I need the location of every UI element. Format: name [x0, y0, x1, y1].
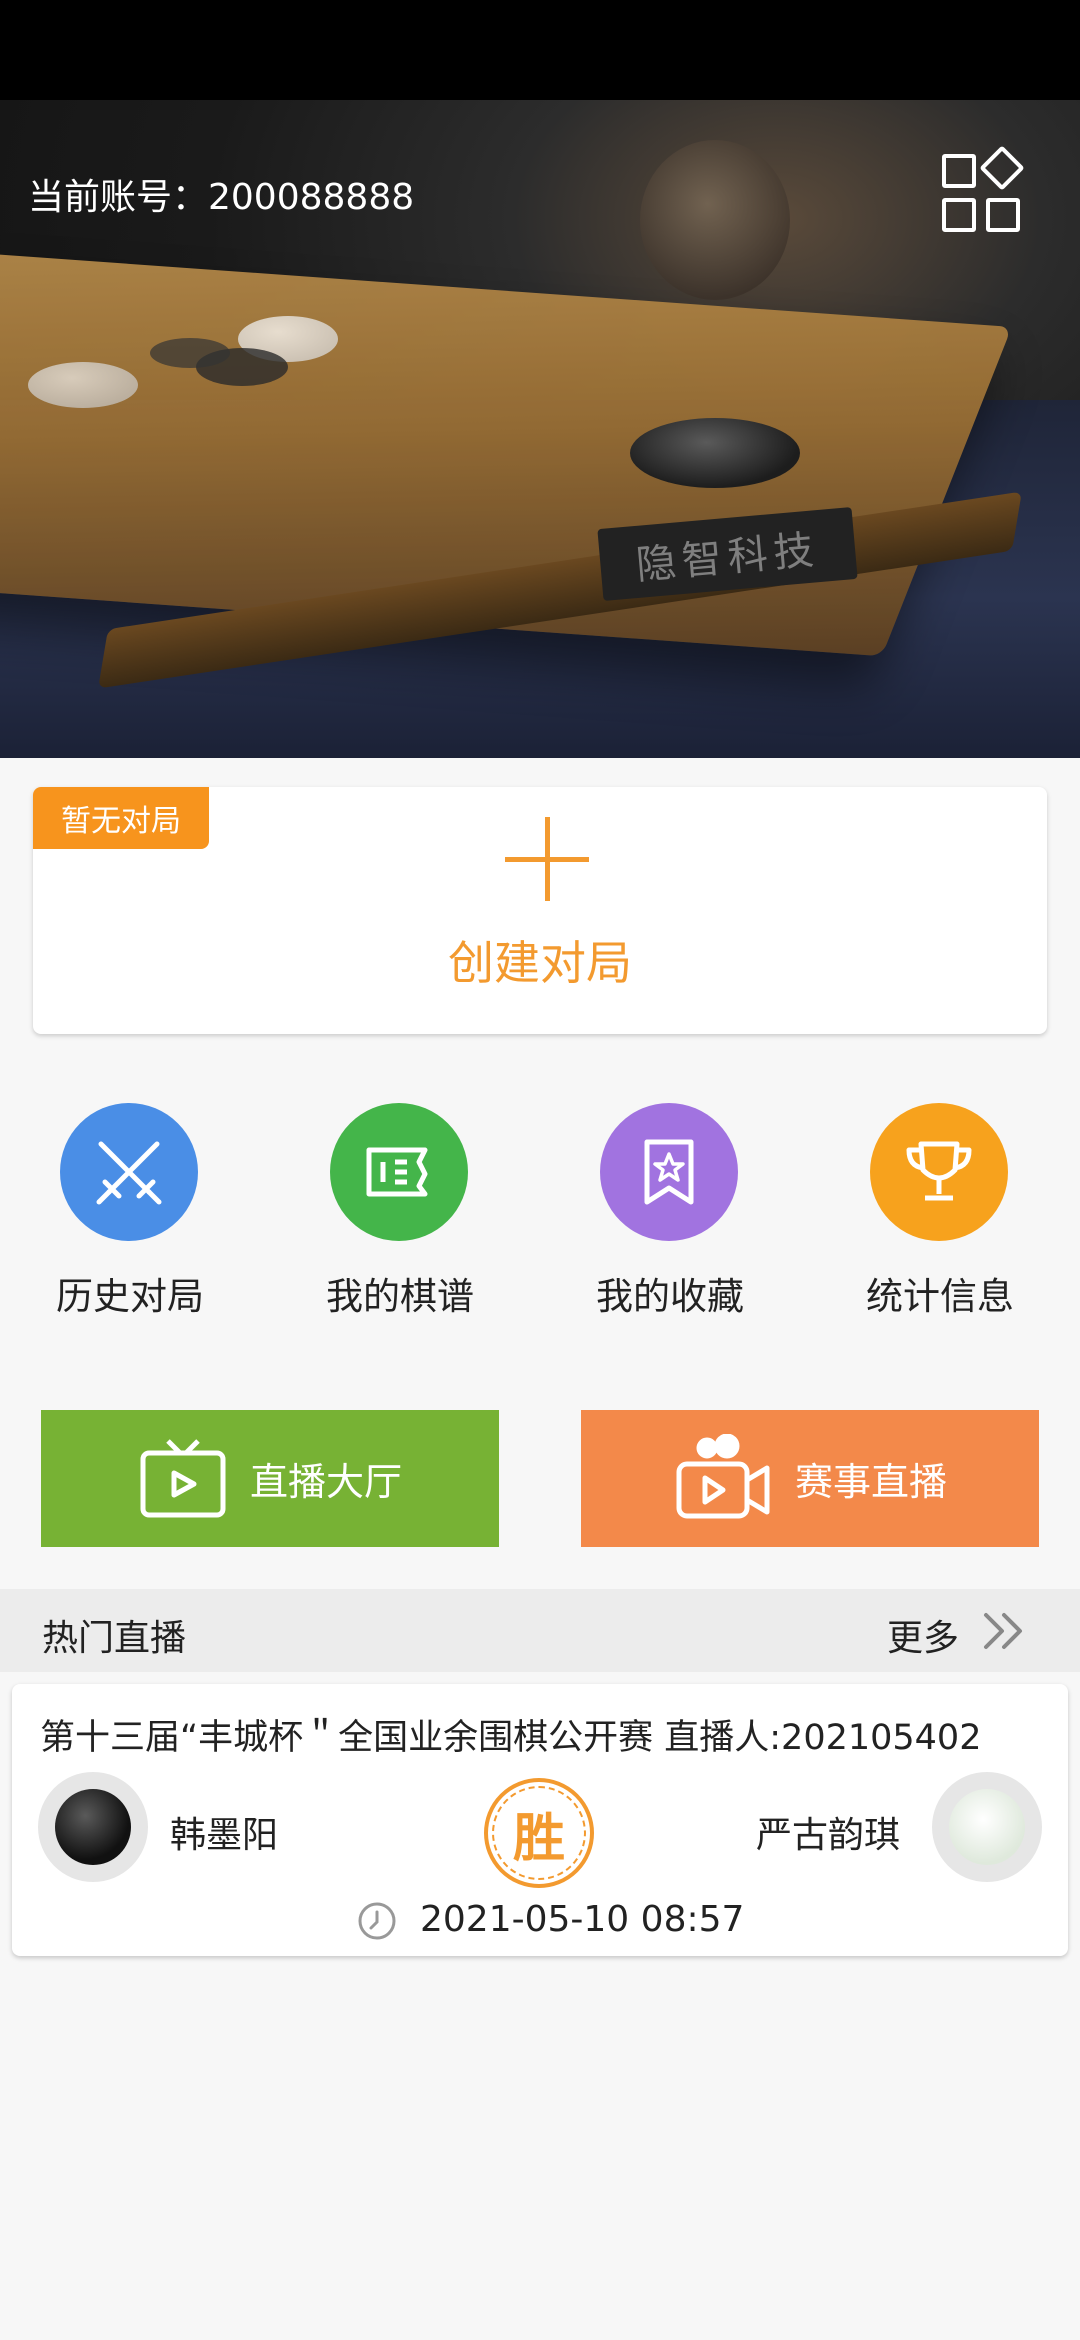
hero-blurred-stone [640, 140, 790, 300]
hero-black-stone-large [630, 418, 800, 488]
black-player-avatar [38, 1772, 148, 1882]
hot-live-title: 热门直播 [42, 1618, 187, 1659]
white-player-avatar [932, 1772, 1042, 1882]
live-game-card[interactable]: 第十三届“丰城杯＂全国业余围棋公开赛 直播人:202105402 韩墨阳 胜 严… [12, 1684, 1068, 1956]
hero-black-stone [150, 338, 230, 368]
hero-white-stone [28, 362, 138, 408]
plus-icon [505, 817, 589, 901]
match-live-button[interactable]: 赛事直播 [581, 1410, 1039, 1547]
live-hall-label: 直播大厅 [249, 1460, 402, 1504]
create-game-card[interactable]: 暂无对局 创建对局 [33, 787, 1047, 1034]
clock-icon [358, 1902, 396, 1940]
quick-history-label: 历史对局 [56, 1275, 204, 1318]
live-game-time: 2021-05-10 08:57 [420, 1899, 745, 1940]
quick-favorites-label: 我的收藏 [596, 1275, 744, 1318]
account-label: 当前账号：200088888 [28, 177, 415, 218]
hot-live-section-bar: 热门直播 更多 [0, 1589, 1080, 1672]
crossed-swords-icon [60, 1103, 198, 1241]
win-stamp-text: 胜 [492, 1786, 586, 1880]
quick-history-games[interactable]: 历史对局 [30, 1103, 230, 1323]
no-game-badge: 暂无对局 [33, 787, 209, 849]
quick-my-records[interactable]: 我的棋谱 [300, 1103, 500, 1323]
quick-statistics-label: 统计信息 [866, 1275, 1014, 1318]
double-chevron-right-icon[interactable] [980, 1611, 1028, 1651]
bookmark-star-icon [600, 1103, 738, 1241]
live-game-title: 第十三届“丰城杯＂全国业余围棋公开赛 直播人:202105402 [40, 1718, 982, 1758]
win-stamp-icon: 胜 [484, 1778, 594, 1888]
video-camera-icon [676, 1433, 770, 1518]
quick-statistics[interactable]: 统计信息 [840, 1103, 1040, 1323]
quick-records-label: 我的棋谱 [326, 1275, 474, 1318]
trophy-icon [870, 1103, 1008, 1241]
more-link[interactable]: 更多 [887, 1609, 959, 1661]
create-game-label: 创建对局 [448, 936, 632, 990]
white-stone-icon [949, 1789, 1025, 1865]
status-bar [0, 0, 1080, 100]
quick-my-favorites[interactable]: 我的收藏 [570, 1103, 770, 1323]
apps-grid-icon[interactable] [938, 145, 1030, 238]
scroll-icon [330, 1103, 468, 1241]
black-stone-icon [55, 1789, 131, 1865]
live-hall-button[interactable]: 直播大厅 [41, 1410, 499, 1547]
match-live-label: 赛事直播 [794, 1460, 947, 1504]
black-player-name: 韩墨阳 [170, 1815, 279, 1856]
tv-icon [140, 1438, 226, 1517]
white-player-name: 严古韵琪 [756, 1815, 901, 1856]
